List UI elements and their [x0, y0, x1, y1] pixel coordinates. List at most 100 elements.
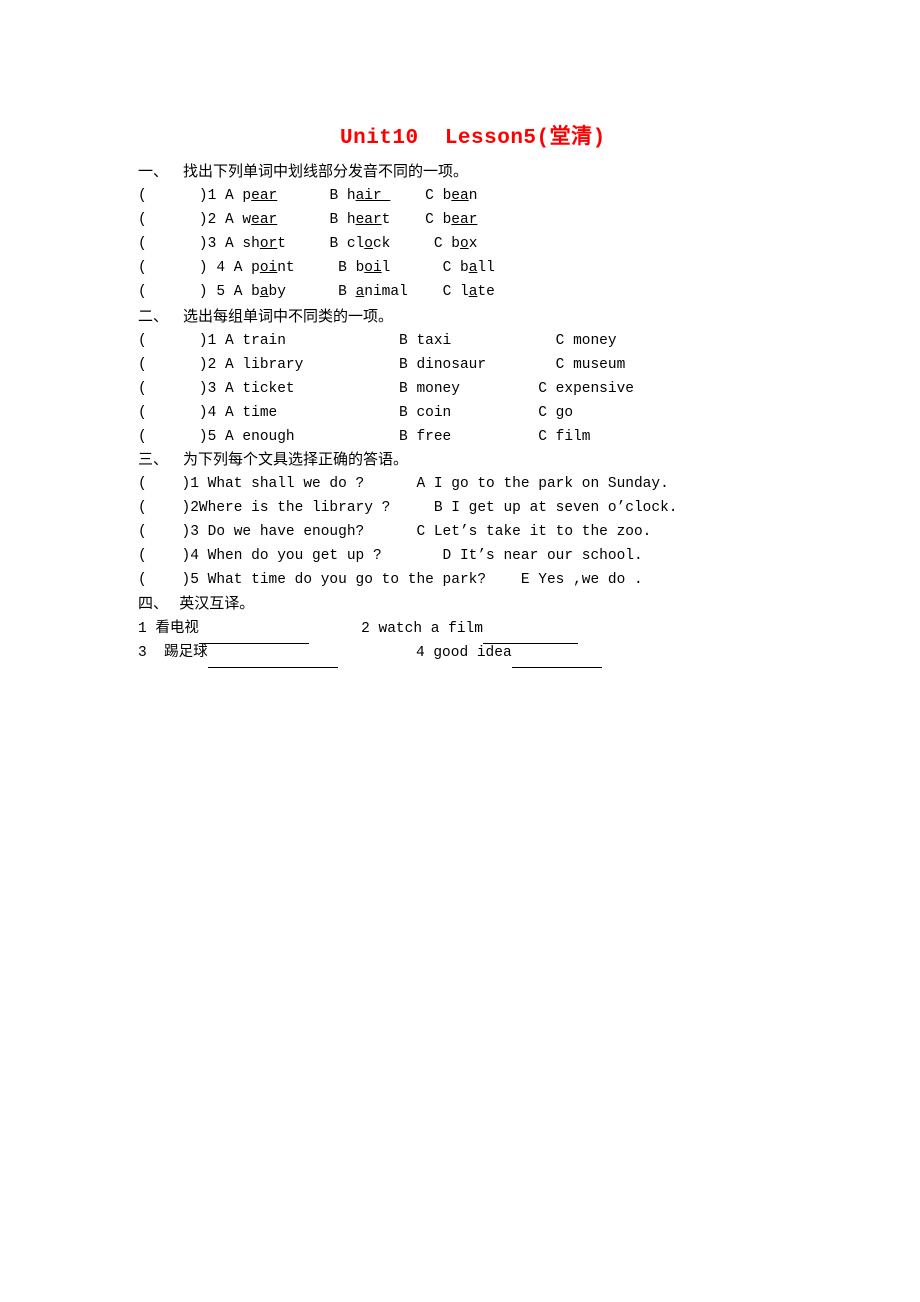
question-row: ( ) 5 A baby B animal C late [138, 280, 898, 304]
word-option: wear [242, 212, 277, 228]
column-gap [338, 645, 416, 661]
underlined-vowel: ear [355, 212, 382, 228]
answer-parenthesis[interactable]: ( )3 A [138, 236, 242, 252]
word-suffix: nt [277, 260, 295, 276]
section-matching: 三、 为下列每个文具选择正确的答语。 ( )1 What shall we do… [138, 448, 898, 592]
question-row[interactable]: ( )4 A time B coin C go [138, 401, 898, 425]
section-pronunciation: 一、 找出下列单词中划线部分发音不同的一项。 ( )1 A pear B hai… [138, 160, 898, 304]
item-spacer [370, 621, 379, 637]
word-prefix: b [355, 260, 365, 276]
question-row[interactable]: ( )2 A library B dinosaur C museum [138, 353, 898, 377]
word-suffix: by [268, 284, 286, 300]
question-row: ( )1 A pear B hair C bean [138, 184, 898, 208]
translation-list: 1 看电视 2 watch a film 3 踢足球 4 good idea [138, 616, 898, 668]
word-option: animal [356, 284, 408, 300]
underlined-vowel: o [364, 236, 373, 252]
translation-row: 1 看电视 2 watch a film [138, 616, 898, 644]
underlined-vowel: o [460, 236, 469, 252]
option-label: C [390, 236, 452, 252]
answer-blank[interactable] [207, 643, 338, 668]
word-suffix: ll [477, 260, 495, 276]
underlined-vowel: ear [251, 188, 278, 204]
word-option: bear [443, 212, 478, 228]
underlined-vowel: oi [364, 260, 382, 276]
word-option: late [460, 284, 495, 300]
word-prefix: h [346, 212, 356, 228]
translation-term: good idea [433, 645, 512, 661]
item-number: 2 [361, 621, 370, 637]
question-row: ( )2 A wear B heart C bear [138, 208, 898, 232]
question-list: ( )1 What shall we do ? A I go to the pa… [138, 472, 898, 592]
word-prefix: p [251, 260, 260, 276]
word-option: short [242, 236, 286, 252]
underlined-vowel: a [355, 284, 365, 300]
question-row: ( )3 A short B clock C box [138, 232, 898, 256]
answer-parenthesis[interactable]: ( )1 A [138, 188, 242, 204]
word-prefix: sh [242, 236, 260, 252]
translation-term: watch a film [378, 621, 483, 637]
answer-parenthesis[interactable]: ( ) 4 A [138, 260, 251, 276]
question-row[interactable]: ( )5 What time do you go to the park? E … [138, 568, 898, 592]
option-label: B [285, 236, 347, 252]
word-option: hair [347, 188, 391, 204]
word-prefix: b [442, 188, 452, 204]
underlined-vowel: ear [451, 212, 478, 228]
word-option: heart [347, 212, 391, 228]
option-label: B [285, 284, 356, 300]
word-suffix: n [468, 188, 478, 204]
translation-term: 看电视 [155, 620, 199, 636]
section-odd-one-out: 二、 选出每组单词中不同类的一项。 ( )1 A train B taxi C … [138, 305, 898, 449]
word-prefix: b [442, 212, 452, 228]
question-list: ( )1 A pear B hair C bean( )2 A wear B h… [138, 184, 898, 304]
word-prefix: b [460, 260, 469, 276]
worksheet-page: Unit10 Lesson5(堂清) 一、 找出下列单词中划线部分发音不同的一项… [0, 0, 920, 1302]
question-row[interactable]: ( )3 A ticket B money C expensive [138, 377, 898, 401]
section-heading: 二、 选出每组单词中不同类的一项。 [138, 309, 394, 325]
word-suffix: t [277, 236, 286, 252]
option-label: C [390, 188, 443, 204]
section-translation: 四、 英汉互译。 1 看电视 2 watch a film 3 踢足球 4 go… [138, 592, 898, 668]
question-row: ( ) 4 A point B boil C ball [138, 256, 898, 280]
question-row[interactable]: ( )4 When do you get up ? D It’s near ou… [138, 544, 898, 568]
page-title: Unit10 Lesson5(堂清) [340, 127, 606, 150]
word-suffix: te [477, 284, 495, 300]
word-prefix: h [346, 188, 356, 204]
item-spacer [147, 645, 164, 661]
word-option: point [251, 260, 295, 276]
word-option: ball [460, 260, 495, 276]
answer-parenthesis[interactable]: ( )2 A [138, 212, 242, 228]
word-prefix: w [242, 212, 252, 228]
word-suffix: nimal [364, 284, 408, 300]
section-heading: 一、 找出下列单词中划线部分发音不同的一项。 [138, 164, 469, 180]
underlined-vowel: a [259, 284, 269, 300]
word-option: clock [347, 236, 391, 252]
option-label: C [390, 212, 443, 228]
section-heading: 三、 为下列每个文具选择正确的答语。 [138, 452, 409, 468]
answer-blank[interactable] [511, 643, 602, 668]
underlined-vowel: or [259, 236, 278, 252]
word-option: baby [251, 284, 286, 300]
word-prefix: l [460, 284, 469, 300]
answer-parenthesis[interactable]: ( ) 5 A [138, 284, 251, 300]
word-option: boil [356, 260, 391, 276]
word-option: bean [443, 188, 478, 204]
question-row[interactable]: ( )2Where is the library ? B I get up at… [138, 496, 898, 520]
translation-term: 踢足球 [164, 644, 208, 660]
option-label: B [294, 260, 356, 276]
underlined-vowel: ea [451, 188, 469, 204]
word-option: box [451, 236, 477, 252]
word-prefix: cl [346, 236, 365, 252]
underlined-vowel: air [355, 188, 391, 204]
column-gap [309, 621, 361, 637]
item-number: 3 [138, 645, 147, 661]
question-row[interactable]: ( )1 A train B taxi C money [138, 329, 898, 353]
word-suffix: x [468, 236, 478, 252]
question-row[interactable]: ( )3 Do we have enough? C Let’s take it … [138, 520, 898, 544]
item-number: 1 [138, 621, 147, 637]
question-row[interactable]: ( )1 What shall we do ? A I go to the pa… [138, 472, 898, 496]
item-number: 4 [415, 645, 425, 661]
question-row[interactable]: ( )5 A enough B free C film [138, 425, 898, 449]
word-prefix: b [251, 284, 260, 300]
question-list: ( )1 A train B taxi C money( )2 A librar… [138, 329, 898, 449]
option-label: B [277, 188, 347, 204]
